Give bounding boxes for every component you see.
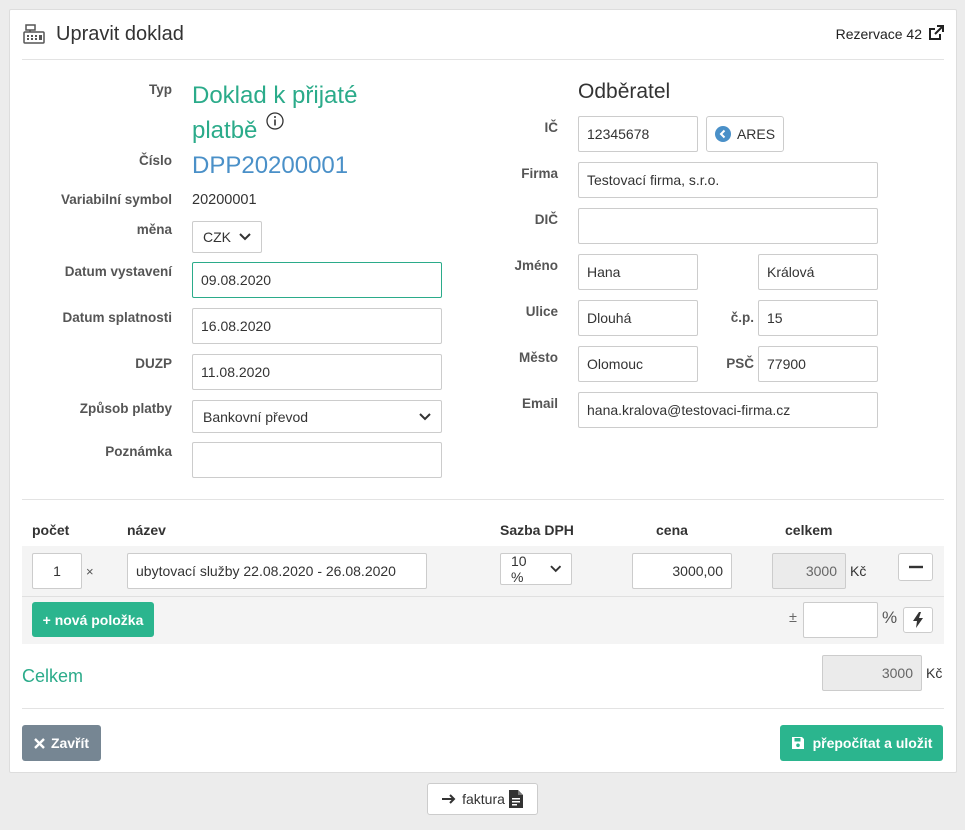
cash-register-icon bbox=[23, 24, 45, 44]
info-icon[interactable] bbox=[266, 112, 284, 130]
remove-item-button[interactable] bbox=[898, 553, 933, 581]
vat-rate-select[interactable]: 10 % bbox=[500, 553, 572, 585]
house-number-label: č.p. bbox=[730, 310, 754, 325]
item-price-input[interactable]: 3000,00 bbox=[632, 553, 732, 589]
vat-rate-value: 10 % bbox=[511, 553, 527, 585]
city-input[interactable]: Olomouc bbox=[578, 346, 698, 382]
house-number-input[interactable]: 15 bbox=[758, 300, 878, 336]
due-date-label: Datum splatnosti bbox=[62, 310, 172, 325]
discount-input[interactable] bbox=[803, 602, 878, 638]
dic-label: DIČ bbox=[534, 212, 558, 227]
total-label: Celkem bbox=[22, 666, 84, 686]
issue-date-label: Datum vystavení bbox=[64, 264, 172, 279]
times-sign: × bbox=[86, 564, 94, 579]
due-date-input[interactable]: 16.08.2020 bbox=[192, 308, 442, 344]
cislo-label: Číslo bbox=[138, 153, 172, 168]
edit-document-card: Upravit doklad Rezervace 42 Typ Doklad k… bbox=[9, 9, 957, 773]
external-link-icon[interactable] bbox=[928, 25, 944, 41]
file-invoice-icon bbox=[508, 790, 523, 808]
ares-button[interactable]: ARES bbox=[706, 116, 784, 152]
items-row-divider bbox=[22, 596, 944, 597]
customer-title: Odběratel bbox=[578, 80, 671, 103]
street-label: Ulice bbox=[525, 304, 558, 319]
col-header-count: počet bbox=[32, 522, 70, 538]
reservation-link[interactable]: Rezervace 42 bbox=[836, 26, 922, 42]
zip-label: PSČ bbox=[726, 356, 754, 371]
close-button[interactable]: Zavřít bbox=[22, 725, 101, 761]
discount-prefix: ± bbox=[789, 610, 797, 626]
name-label: Jméno bbox=[514, 258, 558, 273]
city-label: Město bbox=[518, 350, 558, 365]
item-count-input[interactable]: 1 bbox=[32, 553, 82, 589]
company-input[interactable]: Testovací firma, s.r.o. bbox=[578, 162, 878, 198]
currency-label: měna bbox=[136, 222, 172, 237]
note-input[interactable] bbox=[192, 442, 442, 478]
minus-icon bbox=[908, 565, 923, 569]
close-icon bbox=[34, 737, 45, 749]
chevron-down-icon bbox=[549, 565, 561, 573]
save-button-label: přepočítat a uložit bbox=[812, 735, 933, 751]
payment-method-label: Způsob platby bbox=[79, 401, 172, 416]
col-header-name: název bbox=[127, 522, 166, 538]
apply-discount-button[interactable] bbox=[903, 607, 933, 633]
email-input[interactable]: hana.kralova@testovaci-firma.cz bbox=[578, 392, 878, 428]
col-header-price: cena bbox=[656, 522, 688, 538]
chevron-down-icon bbox=[239, 233, 251, 241]
arrow-right-icon bbox=[442, 794, 456, 804]
last-name-input[interactable]: Králová bbox=[758, 254, 878, 290]
bolt-icon bbox=[913, 612, 923, 628]
typ-label: Typ bbox=[149, 82, 172, 97]
vs-label: Variabilní symbol bbox=[60, 192, 172, 207]
invoice-button-label: faktura bbox=[462, 791, 505, 807]
ic-label: IČ bbox=[544, 120, 559, 135]
note-label: Poznámka bbox=[105, 444, 172, 459]
item-total-readonly: 3000 bbox=[772, 553, 846, 589]
recalculate-save-button[interactable]: přepočítat a uložit bbox=[780, 725, 943, 761]
discount-suffix: % bbox=[882, 608, 898, 627]
page-title: Upravit doklad bbox=[56, 23, 184, 45]
total-currency: Kč bbox=[926, 665, 943, 681]
chevron-left-circle-icon bbox=[714, 126, 731, 142]
document-number: DPP20200001 bbox=[192, 152, 349, 179]
payment-method-select[interactable]: Bankovní převod bbox=[192, 400, 442, 433]
ares-button-label: ARES bbox=[736, 126, 776, 142]
currency-select-value: CZK bbox=[203, 229, 231, 245]
item-currency: Kč bbox=[850, 563, 867, 579]
dic-input[interactable] bbox=[578, 208, 878, 244]
chevron-down-icon bbox=[419, 412, 431, 420]
document-type: Doklad k přijaté platbě bbox=[192, 80, 412, 147]
issue-date-input[interactable]: 09.08.2020 bbox=[192, 262, 442, 298]
total-readonly: 3000 bbox=[822, 655, 922, 691]
duzp-label: DUZP bbox=[135, 356, 172, 371]
footer-divider bbox=[22, 708, 944, 709]
currency-select[interactable]: CZK bbox=[192, 221, 262, 253]
col-header-vat: Sazba DPH bbox=[500, 522, 574, 538]
payment-method-value: Bankovní převod bbox=[203, 408, 309, 425]
street-input[interactable]: Dlouhá bbox=[578, 300, 698, 336]
save-icon bbox=[791, 737, 804, 749]
form-divider bbox=[22, 499, 944, 500]
invoice-button[interactable]: faktura bbox=[427, 783, 538, 815]
firma-label: Firma bbox=[521, 166, 558, 181]
email-label: Email bbox=[521, 396, 558, 411]
add-item-button[interactable]: + nová položka bbox=[32, 602, 154, 637]
close-button-label: Zavřít bbox=[50, 735, 90, 751]
header-divider bbox=[22, 59, 944, 60]
item-name-input[interactable]: ubytovací služby 22.08.2020 - 26.08.2020 bbox=[127, 553, 427, 589]
ic-input[interactable]: 12345678 bbox=[578, 116, 698, 152]
duzp-input[interactable]: 11.08.2020 bbox=[192, 354, 442, 390]
col-header-total: celkem bbox=[785, 522, 833, 538]
zip-input[interactable]: 77900 bbox=[758, 346, 878, 382]
first-name-input[interactable]: Hana bbox=[578, 254, 698, 290]
vs-value: 20200001 bbox=[192, 192, 257, 208]
